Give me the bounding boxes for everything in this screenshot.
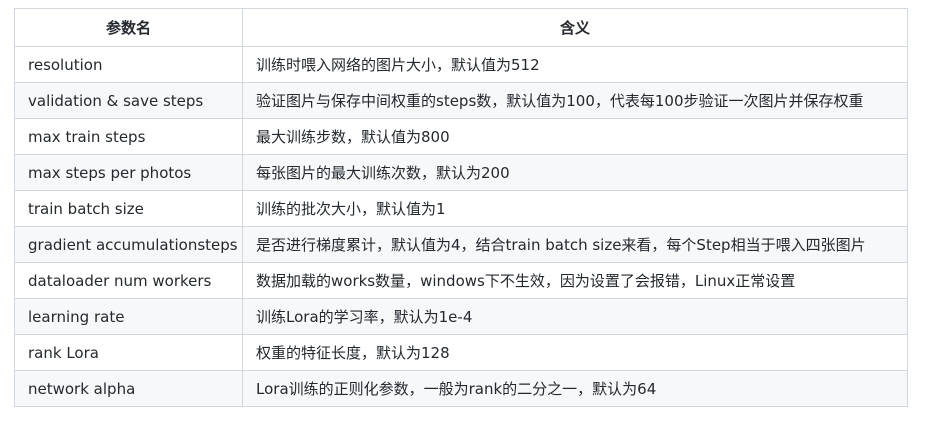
param-meaning-cell: 每张图片的最大训练次数，默认为200 xyxy=(242,154,908,191)
table-body: resolution 训练时喂入网络的图片大小，默认值为512 validati… xyxy=(14,46,908,407)
table-row: network alpha Lora训练的正则化参数，一般为rank的二分之一，… xyxy=(14,370,908,407)
table-row: dataloader num workers 数据加载的works数量，wind… xyxy=(14,262,908,299)
header-meaning: 含义 xyxy=(242,8,908,47)
param-name-cell: dataloader num workers xyxy=(14,262,243,299)
param-meaning-cell: 权重的特征长度，默认为128 xyxy=(242,334,908,371)
param-meaning-cell: 数据加载的works数量，windows下不生效，因为设置了会报错，Linux正… xyxy=(242,262,908,299)
param-name-cell: validation & save steps xyxy=(14,82,243,119)
table-row: learning rate 训练Lora的学习率，默认为1e-4 xyxy=(14,298,908,335)
table-header: 参数名 含义 xyxy=(14,8,908,47)
header-param-name: 参数名 xyxy=(14,8,243,47)
param-meaning-cell: 验证图片与保存中间权重的steps数，默认值为100，代表每100步验证一次图片… xyxy=(242,82,908,119)
table-row: train batch size 训练的批次大小，默认值为1 xyxy=(14,190,908,227)
param-meaning-cell: 是否进行梯度累计，默认值为4，结合train batch size来看，每个St… xyxy=(242,226,908,263)
param-name-cell: network alpha xyxy=(14,370,243,407)
parameter-table: 参数名 含义 resolution 训练时喂入网络的图片大小，默认值为512 v… xyxy=(14,8,908,407)
parameter-table-container: 参数名 含义 resolution 训练时喂入网络的图片大小，默认值为512 v… xyxy=(14,8,908,407)
param-meaning-cell: 最大训练步数，默认值为800 xyxy=(242,118,908,155)
param-name-cell: learning rate xyxy=(14,298,243,335)
param-name-cell: max train steps xyxy=(14,118,243,155)
param-name-cell: train batch size xyxy=(14,190,243,227)
table-row: rank Lora 权重的特征长度，默认为128 xyxy=(14,334,908,371)
header-row: 参数名 含义 xyxy=(14,8,908,47)
param-meaning-cell: 训练时喂入网络的图片大小，默认值为512 xyxy=(242,46,908,83)
table-row: max steps per photos 每张图片的最大训练次数，默认为200 xyxy=(14,154,908,191)
table-row: gradient accumulationsteps 是否进行梯度累计，默认值为… xyxy=(14,226,908,263)
param-meaning-cell: 训练Lora的学习率，默认为1e-4 xyxy=(242,298,908,335)
param-name-cell: max steps per photos xyxy=(14,154,243,191)
table-row: validation & save steps 验证图片与保存中间权重的step… xyxy=(14,82,908,119)
table-row: max train steps 最大训练步数，默认值为800 xyxy=(14,118,908,155)
param-name-cell: rank Lora xyxy=(14,334,243,371)
param-meaning-cell: 训练的批次大小，默认值为1 xyxy=(242,190,908,227)
table-row: resolution 训练时喂入网络的图片大小，默认值为512 xyxy=(14,46,908,83)
param-name-cell: resolution xyxy=(14,46,243,83)
param-name-cell: gradient accumulationsteps xyxy=(14,226,243,263)
param-meaning-cell: Lora训练的正则化参数，一般为rank的二分之一，默认为64 xyxy=(242,370,908,407)
